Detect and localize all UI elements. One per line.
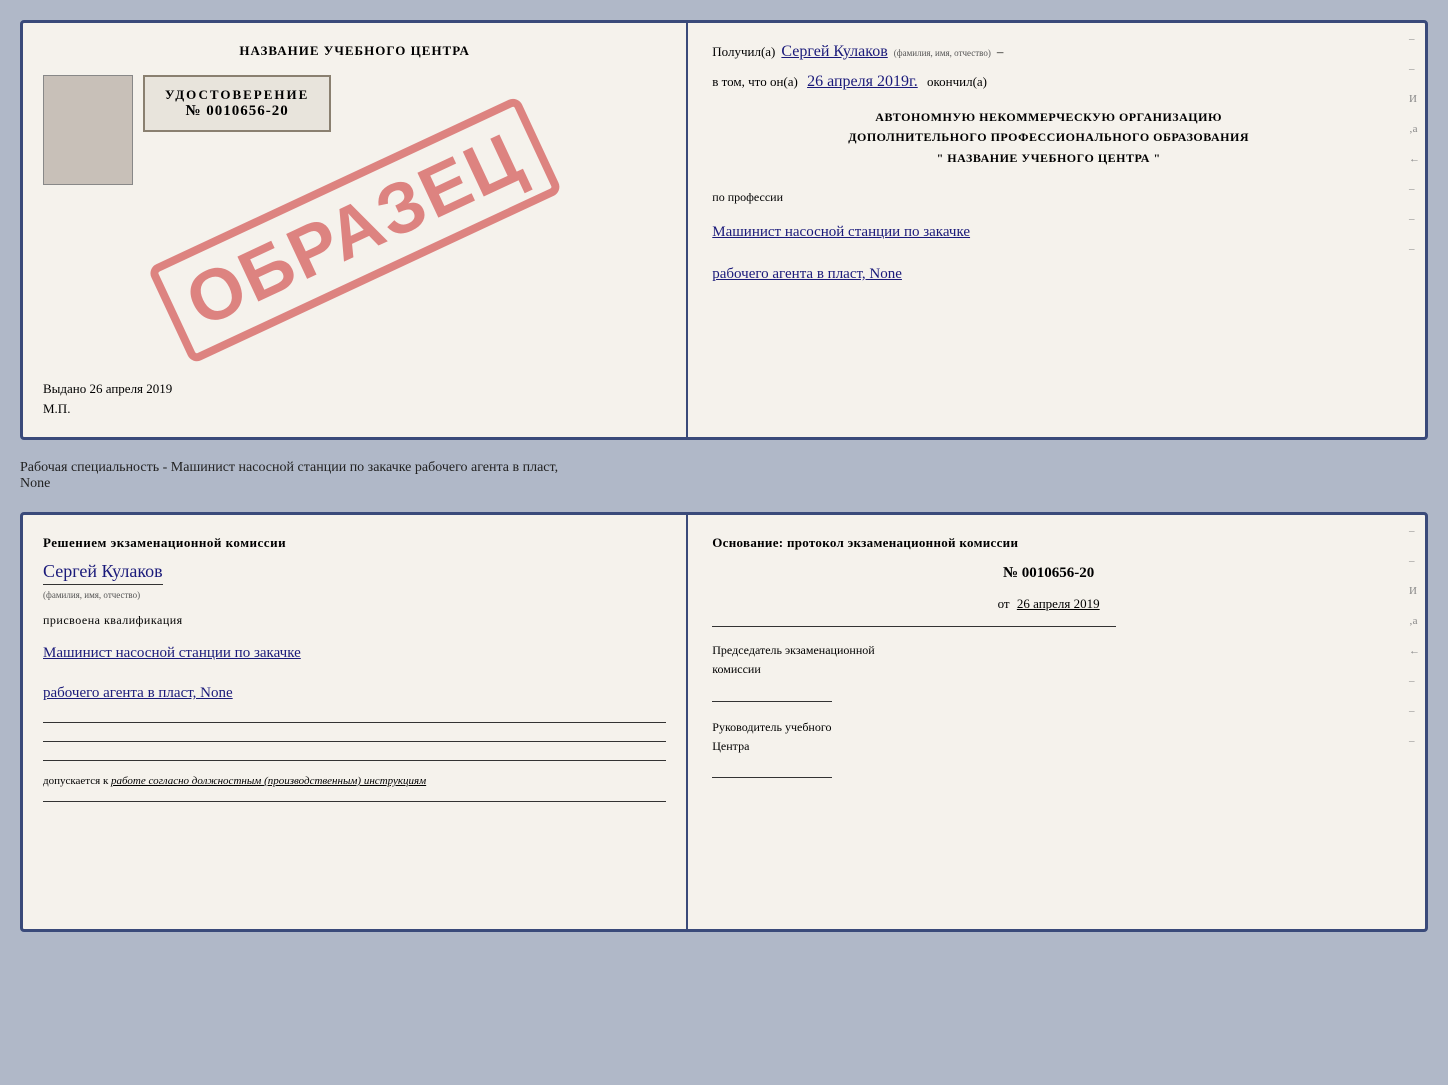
dopusk-text: работе согласно должностным (производств… [111, 775, 426, 787]
photo-placeholder [43, 75, 133, 185]
po-professii-label: по профессии [712, 190, 1385, 205]
top-doc-right: Получил(а) Сергей Кулаков (фамилия, имя,… [688, 23, 1409, 437]
profession-line1: Машинист насосной станции по закачке [712, 217, 1385, 247]
below-text-line1: Рабочая специальность - Машинист насосно… [20, 460, 1428, 476]
udostoverenie-number: № 0010656-20 [165, 103, 309, 120]
side-dashes-top: – – И ‚а ← – – – [1409, 23, 1425, 437]
ot-date: 26 апреля 2019 [1017, 596, 1100, 611]
top-doc-left: НАЗВАНИЕ УЧЕБНОГО ЦЕНТРА УДОСТОВЕРЕНИЕ №… [23, 23, 688, 437]
dopuskaetsya-block: допускается к работе согласно должностны… [43, 775, 666, 787]
poluchil-name: Сергей Кулаков [781, 43, 887, 61]
fio-hint-top: (фамилия, имя, отчество) [894, 48, 991, 58]
okonchil-label: окончил(а) [927, 74, 987, 89]
org-line1: АВТОНОМНУЮ НЕКОММЕРЧЕСКУЮ ОРГАНИЗАЦИЮ [712, 107, 1385, 127]
rukovoditel-label2: Центра [712, 737, 1385, 756]
predsedatel-signature-line [712, 681, 832, 701]
osnov-label: Основание: протокол экзаменационной коми… [712, 535, 1385, 551]
qualification-line2: рабочего агента в пласт, None [43, 678, 666, 708]
dash-top: – [997, 44, 1004, 60]
fio-hint-bottom: (фамилия, имя, отчество) [43, 590, 140, 600]
side-dashes-bottom: – – И ‚а ← – – – [1409, 515, 1425, 929]
top-left-title: НАЗВАНИЕ УЧЕБНОГО ЦЕНТРА [239, 43, 470, 59]
org-block: АВТОНОМНУЮ НЕКОММЕРЧЕСКУЮ ОРГАНИЗАЦИЮ ДО… [712, 107, 1385, 168]
dopuskaetsya-label: допускается к [43, 775, 108, 787]
name-block: Сергей Кулаков (фамилия, имя, отчество) [43, 561, 666, 603]
qualification-line1: Машинист насосной станции по закачке [43, 638, 666, 668]
name-handwritten: Сергей Кулаков [43, 561, 163, 585]
vydano-line: Выдано 26 апреля 2019 [43, 381, 172, 397]
date-handwritten: 26 апреля 2019г. [807, 73, 918, 90]
top-document: НАЗВАНИЕ УЧЕБНОГО ЦЕНТРА УДОСТОВЕРЕНИЕ №… [20, 20, 1428, 440]
bottom-doc-right: Основание: протокол экзаменационной коми… [688, 515, 1409, 929]
resheniem-text: Решением экзаменационной комиссии [43, 535, 666, 551]
vtom-label: в том, что он(а) [712, 74, 798, 89]
mp-line: М.П. [43, 401, 70, 417]
rukovoditel-block: Руководитель учебного Центра [712, 718, 1385, 781]
org-line3: " НАЗВАНИЕ УЧЕБНОГО ЦЕНТРА " [712, 148, 1385, 168]
poluchil-line: Получил(а) Сергей Кулаков (фамилия, имя,… [712, 43, 1385, 61]
ot-date-line: от 26 апреля 2019 [712, 596, 1385, 612]
udostoverenie-box: УДОСТОВЕРЕНИЕ № 0010656-20 [143, 75, 331, 132]
below-doc-text: Рабочая специальность - Машинист насосно… [20, 456, 1428, 496]
page-container: НАЗВАНИЕ УЧЕБНОГО ЦЕНТРА УДОСТОВЕРЕНИЕ №… [20, 20, 1428, 932]
rukovoditel-signature-line [712, 758, 832, 778]
left-with-photo: УДОСТОВЕРЕНИЕ № 0010656-20 [43, 67, 666, 193]
prisvoyena-label: присвоена квалификация [43, 613, 666, 628]
bottom-doc-left: Решением экзаменационной комиссии Сергей… [23, 515, 688, 929]
profession-line2: рабочего агента в пласт, None [712, 259, 1385, 289]
below-text-line2: None [20, 476, 1428, 492]
ot-label: от [998, 596, 1010, 611]
predsedatel-label: Председатель экзаменационной [712, 641, 1385, 660]
predsedatel-label2: комиссии [712, 660, 1385, 679]
predsedatel-block: Председатель экзаменационной комиссии [712, 641, 1385, 704]
bottom-document: Решением экзаменационной комиссии Сергей… [20, 512, 1428, 932]
date-line: в том, что он(а) 26 апреля 2019г. окончи… [712, 73, 1385, 91]
org-line2: ДОПОЛНИТЕЛЬНОГО ПРОФЕССИОНАЛЬНОГО ОБРАЗО… [712, 127, 1385, 147]
protocol-num: № 0010656-20 [712, 565, 1385, 582]
udostoverenie-label: УДОСТОВЕРЕНИЕ [165, 87, 309, 103]
rukovoditel-label: Руководитель учебного [712, 718, 1385, 737]
poluchil-label: Получил(а) [712, 44, 775, 60]
